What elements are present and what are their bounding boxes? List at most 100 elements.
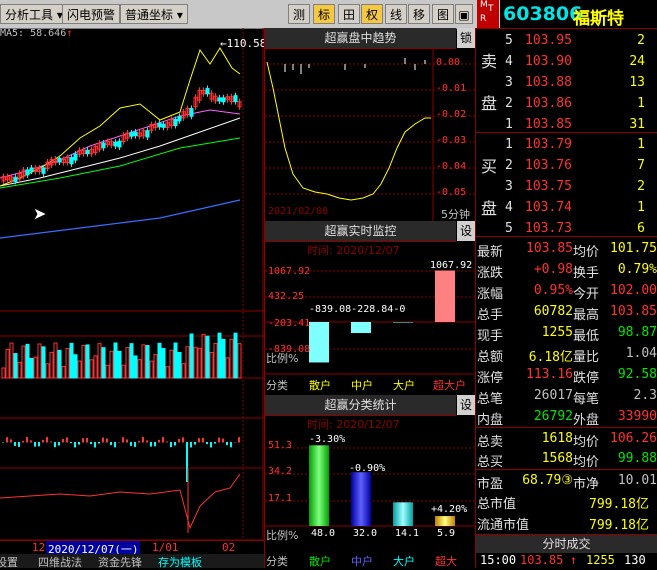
quote-stat-row: 总手 60782 最高 103.85 bbox=[476, 301, 657, 323]
trend-period[interactable]: 5分钟 bbox=[441, 206, 470, 222]
volume-bar bbox=[9, 342, 14, 379]
volume-bar bbox=[169, 349, 174, 379]
badge-m: M bbox=[480, 0, 488, 10]
candle bbox=[133, 131, 138, 137]
sell-level-row[interactable]: 1 103.85 31 bbox=[505, 115, 657, 136]
trend-y-5: -0.05 bbox=[436, 187, 467, 198]
macd-bar bbox=[70, 442, 72, 444]
stat-value: 1618 bbox=[541, 431, 573, 446]
stats-ratio-large: 14.1 bbox=[395, 528, 420, 539]
level-price: 103.76 bbox=[525, 158, 572, 173]
badge-r: R bbox=[480, 14, 487, 24]
volume-bar bbox=[105, 364, 110, 379]
stat-value: 799.18亿 bbox=[589, 497, 649, 512]
candle bbox=[189, 108, 194, 117]
monitor-settings-button[interactable]: 设 bbox=[457, 221, 475, 241]
sell-level-row[interactable]: 2 103.86 1 bbox=[505, 94, 657, 115]
volume-bar bbox=[69, 342, 74, 379]
coordinate-button[interactable]: 普通坐标 ▾ bbox=[120, 4, 188, 24]
sell-level-row[interactable]: 3 103.88 13 bbox=[505, 73, 657, 94]
volume-bar bbox=[121, 364, 126, 379]
macd-bar bbox=[210, 442, 212, 448]
stats-y-1: 34.2 bbox=[268, 466, 293, 477]
candle bbox=[41, 167, 46, 174]
stats-settings-button[interactable]: 设 bbox=[457, 395, 475, 415]
trend-y-4: -0.04 bbox=[436, 161, 467, 172]
buy-level-row[interactable]: 5 103.73 6 bbox=[505, 219, 657, 240]
tick-row: 15:00 103.85 ↑ 1255 130 bbox=[476, 552, 657, 568]
kline-chart bbox=[0, 28, 264, 568]
volume-bar bbox=[125, 347, 130, 379]
macd-bar bbox=[34, 442, 36, 447]
buy-level-row[interactable]: 1 103.79 1 bbox=[505, 135, 657, 156]
stats-pct-super: +4.20% bbox=[431, 504, 468, 515]
candle bbox=[113, 141, 118, 147]
level-number: 3 bbox=[505, 75, 513, 90]
bottom-tabs: 设置 四维战法 资金先锋 存为模板 bbox=[0, 554, 264, 569]
quote-stat-row: 现手 1255 最低 98.87 bbox=[476, 322, 657, 344]
trend-y-1: -0.01 bbox=[436, 83, 467, 94]
image-icon[interactable]: ▣ bbox=[455, 4, 473, 24]
quote-stat-row: 内盘 26792 外盘 33990 bbox=[476, 406, 657, 428]
stock-name: 福斯特 bbox=[573, 9, 624, 29]
volume-bar bbox=[81, 344, 86, 379]
candle bbox=[161, 123, 166, 128]
stat-value-2: 101.75 bbox=[610, 241, 657, 256]
stat-value: 6.18亿 bbox=[528, 350, 573, 365]
buy-label-bottom: 盘 bbox=[481, 199, 498, 218]
quote-stat-row: 总卖 1618 均价 106.26 bbox=[476, 427, 657, 450]
macd-bar bbox=[66, 437, 68, 443]
stat-value-2: 2.3 bbox=[633, 388, 657, 403]
buy-level-row[interactable]: 2 103.76 7 bbox=[505, 156, 657, 177]
macd-bar bbox=[38, 442, 40, 447]
stats-y-0: 51.3 bbox=[268, 440, 293, 451]
flash-alert-button[interactable]: 闪电预警 bbox=[62, 4, 121, 24]
line-button[interactable]: 线 bbox=[385, 4, 408, 24]
stat-label: 总买 bbox=[477, 455, 504, 470]
sell-level-row[interactable]: 4 103.90 24 bbox=[505, 52, 657, 73]
stat-value-2: 102.00 bbox=[610, 283, 657, 298]
x-tick-feb: 02 bbox=[222, 541, 236, 554]
buy-level-row[interactable]: 4 103.74 1 bbox=[505, 198, 657, 219]
mark-button[interactable]: 标 bbox=[313, 4, 336, 24]
quote-stat-row: 市盈 68.79③ 市净 10.01 bbox=[476, 469, 657, 492]
measure-button[interactable]: 测 bbox=[288, 4, 311, 24]
kline-area[interactable]: MA5: 58.646↑ ←110.58 ➤ bbox=[0, 28, 266, 568]
tick-header[interactable]: 分时成交 bbox=[476, 534, 657, 553]
monitor-cat-super: 超大户 bbox=[433, 379, 466, 392]
sell-level-row[interactable]: 5 103.95 2 bbox=[505, 31, 657, 52]
macd-bar bbox=[134, 442, 136, 447]
macd-bar bbox=[158, 439, 160, 443]
macd-bar bbox=[22, 440, 24, 443]
level-price: 103.85 bbox=[525, 117, 572, 132]
level-price: 103.95 bbox=[525, 33, 572, 48]
volume-bar bbox=[85, 344, 90, 379]
stat-value-2: 1.04 bbox=[625, 346, 657, 361]
badge-t: T bbox=[488, 4, 494, 14]
move-button[interactable]: 移 bbox=[408, 4, 431, 24]
candle bbox=[157, 122, 162, 128]
stat-label: 总市值 bbox=[477, 497, 517, 512]
picture-button[interactable]: 图 bbox=[432, 4, 455, 24]
macd-bar bbox=[154, 442, 156, 447]
level-price: 103.86 bbox=[525, 96, 572, 111]
level-number: 1 bbox=[505, 117, 513, 132]
tick-num: 130 bbox=[624, 553, 646, 567]
trend-lock-button[interactable]: 锁 bbox=[457, 28, 475, 48]
analysis-tools-button[interactable]: 分析工具 ▾ bbox=[0, 4, 68, 24]
candle bbox=[29, 167, 34, 172]
stat-label: 涨幅 bbox=[477, 287, 504, 302]
stat-label: 现手 bbox=[477, 329, 504, 344]
volume-bar bbox=[1, 367, 6, 379]
tick-dir: ↑ bbox=[570, 553, 578, 567]
rights-button[interactable]: 权 bbox=[361, 4, 384, 24]
level-volume: 13 bbox=[629, 75, 645, 90]
volume-bar bbox=[129, 343, 134, 379]
quote-stat-row: 涨停 113.16 跌停 92.58 bbox=[476, 364, 657, 386]
level-volume: 31 bbox=[629, 117, 645, 132]
macd-bar bbox=[130, 442, 132, 446]
macd-bar bbox=[166, 441, 168, 443]
buy-level-row[interactable]: 3 103.75 2 bbox=[505, 177, 657, 198]
grid-toggle-button[interactable]: 田 bbox=[338, 4, 361, 24]
stat-value-2: 99.88 bbox=[617, 451, 657, 466]
